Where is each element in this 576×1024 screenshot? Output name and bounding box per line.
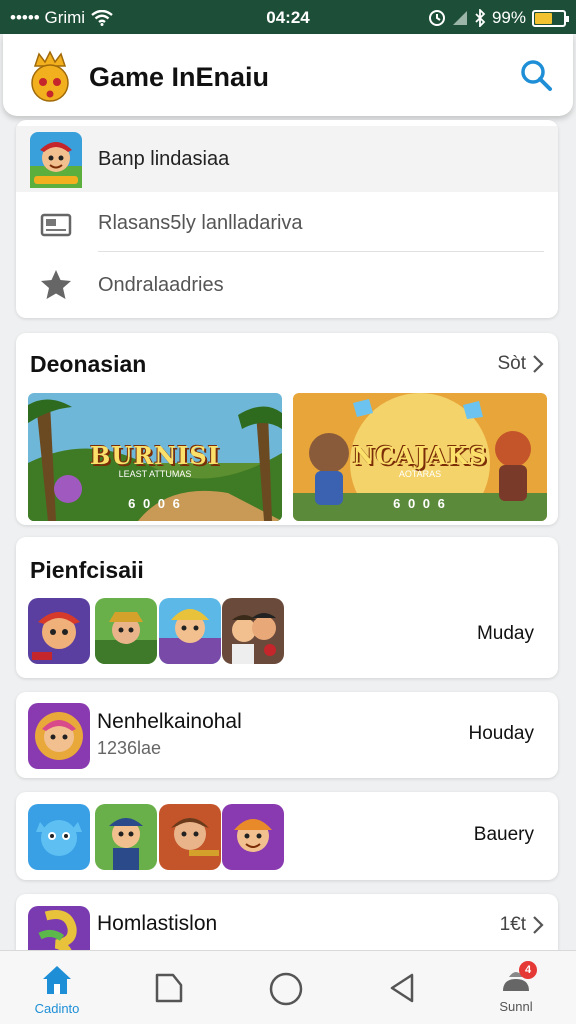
game-thumb[interactable] [28,804,90,870]
featured-banner[interactable]: NCAJAKS AOTARAS 6 0 0 6 [293,393,547,521]
game-thumb[interactable] [28,598,90,664]
chevron-right-icon [533,355,544,373]
battery-icon [532,9,569,27]
status-bar: ••••• Grimi 04:24 99% [0,0,576,34]
nav-label: Cadinto [34,1001,80,1016]
see-all-link[interactable]: 1€t [500,914,544,936]
game-icon [95,804,157,870]
banner-subtitle: AOTARAS [398,469,442,479]
game-icon [95,598,157,664]
back-triangle-icon [390,973,414,1003]
game-icon [28,804,90,870]
nav-item-recents[interactable] [129,951,209,1024]
battery-percent: 99% [491,8,526,27]
game-app-icon [30,132,82,188]
nav-item-home[interactable]: Cadinto [17,951,97,1024]
notification-badge: 4 [519,961,537,979]
featured-card: Deonasian Sòt BURNISI LEAST ATTUMAS 6 0 … [16,333,558,525]
menu-card: Banp lindasiaa Rlasans5ly lanlladariva O… [16,120,558,318]
banner-meta: 6 0 0 6 [393,496,447,511]
chevron-right-icon [533,916,544,934]
game-icon [222,598,284,664]
alarm-icon [428,10,445,26]
game-card[interactable]: Nenhelkainohal 1236lae Houday [16,692,558,778]
menu-item-label: Banp lindasiaa [98,147,230,170]
menu-item-favorites[interactable]: Ondralaadries [16,252,558,318]
nav-item-profile[interactable]: 4 Sunnl [476,951,556,1024]
row-meta-label: Bauery [473,824,534,845]
section-title: Pienfcisaii [30,557,144,583]
recents-icon [155,973,183,1003]
see-all-label: Sòt [497,353,526,374]
circle-home-icon [269,972,303,1006]
game-thumb[interactable] [222,804,284,870]
banner-title: NCAJAKS [352,441,488,470]
menu-item-featured[interactable]: Banp lindasiaa [16,126,558,192]
badge-count: 4 [524,964,532,976]
row-meta-label: Houday [468,723,535,744]
game-name: Homlastislon [97,912,218,935]
search-icon[interactable] [519,58,553,92]
nav-label: Sunnl [499,999,533,1014]
game-thumb [28,703,90,769]
game-thumb[interactable] [222,598,284,664]
game-thumb[interactable] [159,598,221,664]
row-meta-label: Muday [476,623,534,644]
battery-fill [535,12,552,24]
app-logo-icon [31,50,69,102]
menu-item-label: Rlasans5ly lanlladariva [98,211,303,234]
nav-item-circle-home[interactable] [246,951,326,1024]
game-icon [222,804,284,870]
banner-title: BURNISI [90,441,220,470]
game-icon [28,703,90,769]
section-title: Deonasian [30,351,147,377]
see-all-label: 1€t [499,914,526,935]
game-thumb[interactable] [95,598,157,664]
bottom-nav: Cadinto 4 Sunnl [0,950,576,1024]
menu-item-label: Ondralaadries [98,273,224,296]
banner-subtitle: LEAST ATTUMAS [118,469,192,479]
nav-item-back[interactable] [362,951,442,1024]
games-row-card: Bauery [16,792,558,880]
see-all-link[interactable]: Sòt [497,353,544,375]
image-card-icon [40,213,72,237]
banner-meta: 6 0 0 6 [128,496,182,511]
home-icon [43,966,71,994]
signal-icon [452,11,467,25]
game-icon [159,598,221,664]
featured-banner[interactable]: BURNISI LEAST ATTUMAS 6 0 0 6 [28,393,282,521]
game-thumb[interactable] [159,804,221,870]
menu-item-recent[interactable]: Rlasans5ly lanlladariva [16,190,558,256]
game-icon [28,598,90,664]
game-name: Nenhelkainohal [97,710,242,733]
app-header: Game InEnaiu [3,34,573,116]
page-title: Game InEnaiu [89,62,270,92]
star-icon [41,270,71,299]
game-icon [159,804,221,870]
game-thumb[interactable] [95,804,157,870]
popular-card: Pienfcisaii Muday [16,537,558,678]
game-meta: 1236lae [97,738,162,758]
bluetooth-icon [475,9,486,27]
